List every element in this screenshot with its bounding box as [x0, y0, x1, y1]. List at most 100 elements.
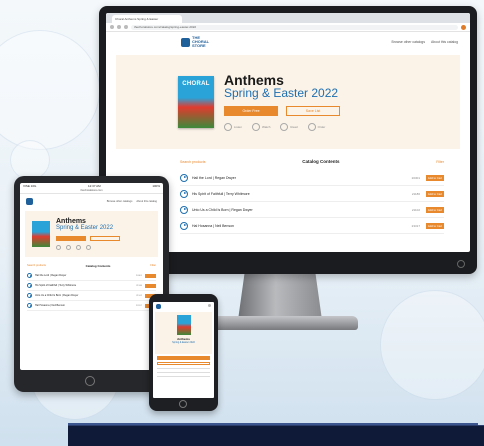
- book-icon[interactable]: [76, 244, 81, 250]
- format-label: Watch: [262, 125, 271, 130]
- play-icon[interactable]: [180, 189, 188, 198]
- order-button[interactable]: Order Free: [224, 106, 278, 117]
- menu-icon[interactable]: [208, 304, 211, 307]
- item-code: 23317: [411, 223, 420, 228]
- filter-link[interactable]: Filter: [436, 160, 444, 164]
- divider: [157, 376, 210, 377]
- save-list-button[interactable]: [90, 235, 120, 241]
- forward-icon[interactable]: [117, 25, 121, 29]
- play-icon[interactable]: [180, 205, 188, 214]
- search-products-link[interactable]: Search products: [180, 160, 206, 164]
- tablet-hero-buttons: [56, 235, 120, 241]
- play-icon[interactable]: [27, 273, 32, 278]
- site-header: THE CHORAL STORE Browse other catalogs A…: [106, 32, 470, 51]
- address-bar[interactable]: thechoralstore.com/catalog/spring-easter…: [131, 24, 458, 30]
- browser-toolbar: thechoralstore.com/catalog/spring-easter…: [106, 23, 470, 32]
- play-icon[interactable]: [27, 303, 32, 308]
- list-item: Unto Us a Child Is Born | Regan Dwyer 21…: [27, 291, 156, 301]
- logo-text: THE CHORAL STORE: [192, 35, 210, 48]
- phone-screen: Anthems Spring & Easter 2022: [153, 302, 214, 398]
- tablet-device: VISE 10G 12:37 AM 100% thechoralstore.co…: [14, 176, 169, 392]
- format-label: Read: [290, 125, 298, 130]
- catalog-cover-image[interactable]: [176, 315, 191, 335]
- list-item: Hail the Lord | Regan Dwyer 20301 Add to…: [180, 170, 444, 186]
- nav-about-catalog[interactable]: About this catalog: [136, 200, 157, 203]
- list-item: Hail the Lord | Regan Dwyer 20301: [27, 271, 156, 281]
- phone-catalog-hero: Anthems Spring & Easter 2022: [155, 312, 212, 354]
- power-icon[interactable]: [457, 260, 465, 268]
- contents-title: Catalog Contents: [85, 264, 111, 268]
- list-item: His Spirit of Faithfull | Terry Whitmore…: [27, 281, 156, 291]
- format-label: Order: [317, 125, 326, 130]
- add-to-cart-button[interactable]: Add to Cart: [426, 206, 444, 213]
- order-button[interactable]: [56, 235, 86, 241]
- format-listen[interactable]: Listen: [224, 123, 243, 132]
- header-nav: Browse other catalogs About this catalog: [391, 40, 458, 44]
- play-icon[interactable]: [180, 221, 188, 230]
- format-order[interactable]: Order: [307, 123, 326, 132]
- tablet-screen: VISE 10G 12:37 AM 100% thechoralstore.co…: [20, 183, 163, 370]
- add-to-cart-button[interactable]: Add to Cart: [426, 222, 444, 229]
- browser-tab[interactable]: Choral Anthems Spring & Easter: [112, 15, 182, 23]
- tablet-header-nav: Browse other catalogs About this catalog: [107, 200, 157, 203]
- home-button-icon[interactable]: [179, 400, 187, 408]
- item-title[interactable]: Unto Us a Child Is Born | Regan Dwyer: [35, 294, 130, 297]
- item-title[interactable]: Hail the Lord | Regan Dwyer: [35, 274, 130, 277]
- tablet-catalog-hero: Anthems Spring & Easter 2022: [25, 211, 158, 257]
- catalog-cover-image[interactable]: [32, 221, 50, 247]
- add-to-cart-button[interactable]: [145, 273, 156, 278]
- item-code: 20301: [411, 175, 420, 180]
- add-to-cart-button[interactable]: Add to Cart: [426, 190, 444, 197]
- item-title[interactable]: Hal Hosanna | Neil Benson: [35, 304, 130, 307]
- video-icon[interactable]: [66, 244, 71, 250]
- format-read[interactable]: Read: [280, 123, 298, 132]
- book-icon: [280, 123, 289, 132]
- play-icon[interactable]: [27, 293, 32, 298]
- divider: [157, 368, 210, 369]
- play-icon[interactable]: [180, 173, 188, 182]
- cart-icon[interactable]: [86, 244, 91, 250]
- tablet-contents-bar: Search products Catalog Contents Filter: [20, 259, 163, 271]
- item-code: 21102: [136, 294, 142, 297]
- nav-browse-catalogs[interactable]: Browse other catalogs: [107, 200, 133, 203]
- format-links: Listen Watch Read Order: [224, 123, 340, 132]
- item-title[interactable]: Hail the Lord | Regan Dwyer: [192, 176, 400, 180]
- nav-browse-catalogs[interactable]: Browse other catalogs: [391, 40, 425, 44]
- save-list-button[interactable]: [157, 361, 210, 365]
- search-products-link[interactable]: Search products: [27, 264, 46, 268]
- contents-title: Catalog Contents: [302, 159, 340, 164]
- play-icon[interactable]: [27, 283, 32, 288]
- catalog-info: Anthems Spring & Easter 2022 Order Free …: [224, 73, 340, 132]
- headphones-icon[interactable]: [56, 244, 61, 250]
- item-title[interactable]: Unto Us a Child Is Born | Regan Dwyer: [192, 208, 400, 212]
- catalog-title: Anthems: [224, 71, 284, 88]
- video-icon: [252, 123, 261, 132]
- cover-title: CHORAL: [182, 81, 210, 87]
- list-item: His Spirit of Faithfull | Terry Whitmore…: [180, 186, 444, 202]
- add-to-cart-button[interactable]: Add to Cart: [426, 174, 444, 181]
- phone-site-header: [153, 302, 214, 311]
- order-button[interactable]: [157, 356, 210, 360]
- nav-about-catalog[interactable]: About this catalog: [431, 40, 458, 44]
- item-code: 21102: [411, 207, 420, 212]
- contents-bar: Search products Catalog Contents Filter: [106, 149, 470, 170]
- headphones-icon: [224, 123, 232, 132]
- back-icon[interactable]: [110, 25, 114, 29]
- hero-buttons: Order Free Save List: [224, 106, 340, 117]
- profile-avatar[interactable]: [461, 24, 466, 30]
- format-watch[interactable]: Watch: [252, 123, 271, 132]
- reload-icon[interactable]: [124, 25, 128, 29]
- item-title[interactable]: Hal Hosanna | Neil Benson: [192, 224, 400, 228]
- filter-link[interactable]: Filter: [150, 264, 156, 268]
- save-list-button[interactable]: Save List: [286, 106, 340, 117]
- item-title[interactable]: His Spirit of Faithfull | Terry Whitmore: [35, 284, 130, 287]
- logo-mark-icon[interactable]: [26, 198, 33, 205]
- logo-mark-icon[interactable]: [156, 304, 161, 309]
- catalog-cover-image[interactable]: CHORAL: [178, 76, 214, 128]
- add-to-cart-button[interactable]: [145, 283, 156, 288]
- site-logo[interactable]: THE CHORAL STORE: [181, 36, 214, 48]
- format-label: Listen: [234, 125, 243, 130]
- home-button-icon[interactable]: [85, 376, 95, 386]
- tablet-site-header: Browse other catalogs About this catalog: [20, 194, 163, 209]
- item-title[interactable]: His Spirit of Faithfull | Terry Whitmore: [192, 192, 400, 196]
